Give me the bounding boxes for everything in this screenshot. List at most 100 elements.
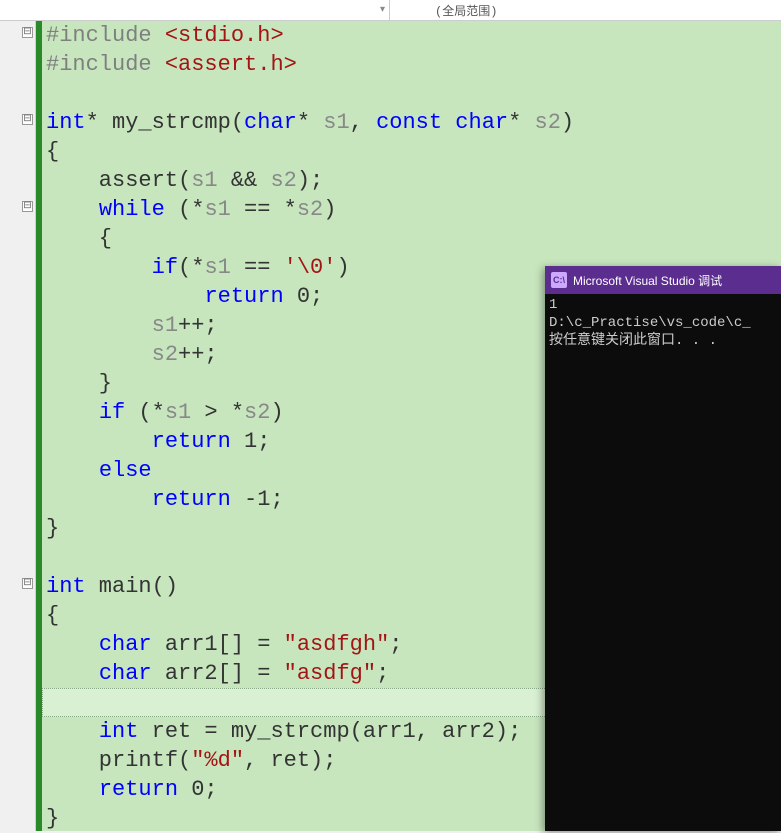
indent bbox=[46, 777, 99, 802]
code-text: ++; bbox=[178, 313, 218, 338]
param: s1 bbox=[204, 255, 230, 280]
console-line: 按任意键关闭此窗口. . . bbox=[549, 333, 717, 349]
keyword: while bbox=[99, 197, 165, 222]
brace: } bbox=[46, 806, 59, 831]
keyword: char bbox=[99, 661, 152, 686]
preproc: #include bbox=[46, 23, 165, 48]
scope-label: (全局范围) bbox=[435, 2, 497, 19]
code-text: main() bbox=[86, 574, 178, 599]
char-literal: '\0' bbox=[284, 255, 337, 280]
fold-toggle[interactable]: ⊟ bbox=[22, 114, 33, 125]
code-text: printf( bbox=[46, 748, 191, 773]
code-text: ret = my_strcmp(arr1, arr2); bbox=[138, 719, 521, 744]
param: s2 bbox=[535, 110, 561, 135]
param: s2 bbox=[152, 342, 178, 367]
code-text: ) bbox=[336, 255, 349, 280]
code-text: ; bbox=[376, 661, 389, 686]
scope-toolbar: ▾ (全局范围) bbox=[0, 0, 781, 21]
string-literal: "asdfg" bbox=[284, 661, 376, 686]
param: s2 bbox=[244, 400, 270, 425]
param: s1 bbox=[191, 168, 217, 193]
code-text: -1; bbox=[231, 487, 284, 512]
indent bbox=[46, 719, 99, 744]
keyword: int bbox=[46, 110, 86, 135]
code-text: , ret); bbox=[244, 748, 336, 773]
debug-console-window[interactable]: C:\ Microsoft Visual Studio 调试 1 D:\c_Pr… bbox=[545, 266, 781, 831]
keyword: return bbox=[99, 777, 178, 802]
code-text: * my_strcmp( bbox=[86, 110, 244, 135]
keyword: if bbox=[152, 255, 178, 280]
brace: { bbox=[46, 139, 59, 164]
code-text: ) bbox=[561, 110, 574, 135]
console-icon: C:\ bbox=[551, 272, 567, 288]
indent bbox=[46, 342, 152, 367]
indent bbox=[46, 255, 152, 280]
code-text: ; bbox=[389, 632, 402, 657]
empty-line bbox=[46, 690, 99, 715]
keyword: const bbox=[376, 110, 442, 135]
code-text: ) bbox=[323, 197, 336, 222]
fold-toggle[interactable]: ⊟ bbox=[22, 578, 33, 589]
code-text: && bbox=[218, 168, 271, 193]
keyword: char bbox=[244, 110, 297, 135]
indent bbox=[46, 313, 152, 338]
keyword: int bbox=[99, 719, 139, 744]
console-title-text: Microsoft Visual Studio 调试 bbox=[573, 272, 722, 289]
brace: } bbox=[46, 371, 112, 396]
code-text: ++; bbox=[178, 342, 218, 367]
indent bbox=[46, 400, 99, 425]
code-text: , bbox=[350, 110, 376, 135]
code-text: arr2[] = bbox=[152, 661, 284, 686]
keyword: char bbox=[99, 632, 152, 657]
code-text: assert( bbox=[46, 168, 191, 193]
editor-gutter: ⊟ ⊟ ⊟ ⊟ bbox=[0, 21, 36, 831]
param: s1 bbox=[204, 197, 230, 222]
keyword: else bbox=[99, 458, 152, 483]
indent bbox=[46, 487, 152, 512]
fold-toggle[interactable]: ⊟ bbox=[22, 201, 33, 212]
keyword: if bbox=[99, 400, 125, 425]
console-titlebar[interactable]: C:\ Microsoft Visual Studio 调试 bbox=[545, 266, 781, 294]
scope-dropdown-right[interactable]: (全局范围) bbox=[390, 0, 781, 20]
code-text: ) bbox=[270, 400, 283, 425]
include-path: <stdio.h> bbox=[165, 23, 284, 48]
code-text: * bbox=[297, 110, 323, 135]
keyword: return bbox=[204, 284, 283, 309]
param: s1 bbox=[152, 313, 178, 338]
console-output[interactable]: 1 D:\c_Practise\vs_code\c_ 按任意键关闭此窗口. . … bbox=[545, 294, 781, 352]
code-text: > * bbox=[191, 400, 244, 425]
indent bbox=[46, 632, 99, 657]
string-literal: "%d" bbox=[191, 748, 244, 773]
code-text: (* bbox=[165, 197, 205, 222]
keyword: int bbox=[46, 574, 86, 599]
code-text: == bbox=[231, 255, 284, 280]
indent bbox=[46, 458, 99, 483]
param: s1 bbox=[323, 110, 349, 135]
brace: { bbox=[46, 226, 112, 251]
code-text: ); bbox=[297, 168, 323, 193]
include-path: <assert.h> bbox=[165, 52, 297, 77]
code-text: 0; bbox=[178, 777, 218, 802]
brace: } bbox=[46, 516, 59, 541]
string-literal: "asdfgh" bbox=[284, 632, 390, 657]
param: s2 bbox=[270, 168, 296, 193]
console-line: 1 bbox=[549, 297, 557, 313]
code-text bbox=[442, 110, 455, 135]
code-text: (* bbox=[125, 400, 165, 425]
scope-dropdown-left[interactable]: ▾ bbox=[0, 0, 390, 20]
code-text: arr1[] = bbox=[152, 632, 284, 657]
param: s1 bbox=[165, 400, 191, 425]
chevron-down-icon: ▾ bbox=[380, 4, 385, 16]
code-text: * bbox=[508, 110, 534, 135]
brace: { bbox=[46, 603, 59, 628]
code-text: (* bbox=[178, 255, 204, 280]
code-text: 0; bbox=[284, 284, 324, 309]
indent bbox=[46, 197, 99, 222]
indent bbox=[46, 661, 99, 686]
keyword: return bbox=[152, 429, 231, 454]
keyword: char bbox=[455, 110, 508, 135]
code-text: == * bbox=[231, 197, 297, 222]
param: s2 bbox=[297, 197, 323, 222]
console-line: D:\c_Practise\vs_code\c_ bbox=[549, 315, 751, 331]
fold-toggle[interactable]: ⊟ bbox=[22, 27, 33, 38]
